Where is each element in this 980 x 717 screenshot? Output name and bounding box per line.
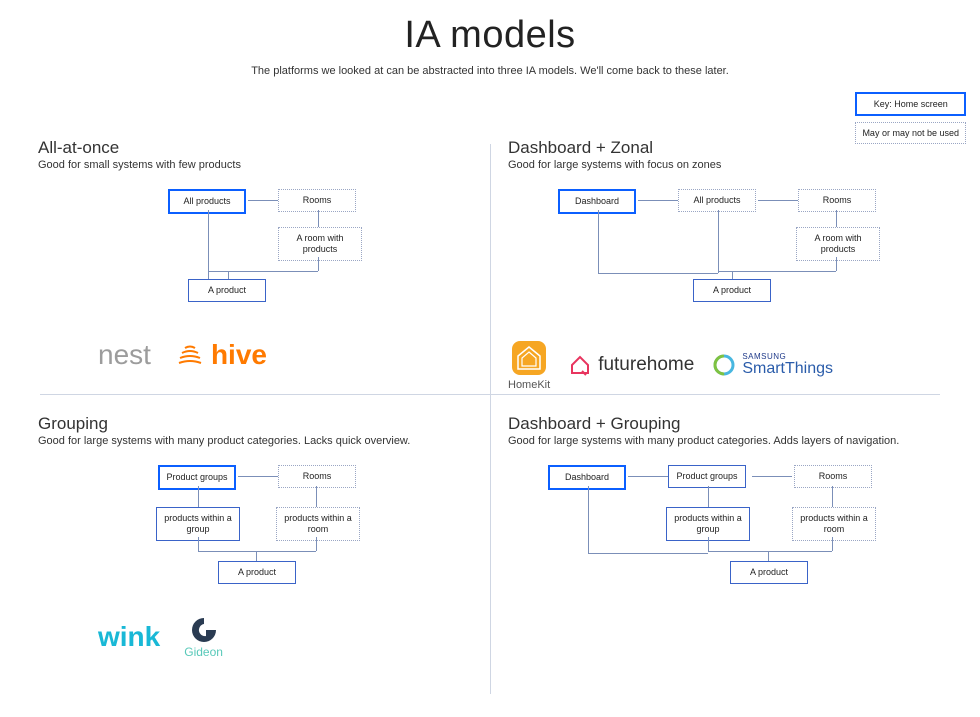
- diagram-grid: All-at-once Good for small systems with …: [0, 124, 980, 704]
- hive-icon: [175, 340, 205, 370]
- node-products-within-group: products within a group: [666, 507, 750, 541]
- brand-hive-label: hive: [211, 339, 267, 371]
- connector: [752, 476, 792, 477]
- connector: [588, 553, 708, 554]
- node-products-within-room: products within a room: [276, 507, 360, 541]
- node-products-within-group: products within a group: [156, 507, 240, 541]
- connector: [198, 486, 199, 507]
- connector: [732, 271, 733, 279]
- connector: [198, 551, 316, 552]
- brand-smartthings-label: SmartThings: [742, 361, 833, 377]
- brand-gideon: Gideon: [184, 615, 223, 659]
- connector: [628, 476, 668, 477]
- quadrant-all-at-once: All-at-once Good for small systems with …: [38, 138, 493, 371]
- connector: [718, 210, 719, 273]
- node-a-product: A product: [730, 561, 808, 584]
- connector: [758, 200, 798, 201]
- connector: [208, 271, 318, 272]
- q2-sub: Good for large systems with focus on zon…: [508, 159, 963, 171]
- brand-smartthings: SAMSUNG SmartThings: [712, 353, 833, 377]
- page-subtitle: The platforms we looked at can be abstra…: [0, 65, 980, 77]
- smartthings-icon: [712, 353, 736, 377]
- connector: [598, 210, 599, 273]
- page-title: IA models: [0, 14, 980, 57]
- connector: [316, 537, 317, 551]
- node-rooms: Rooms: [794, 465, 872, 488]
- node-a-product: A product: [693, 279, 771, 302]
- connector: [832, 486, 833, 507]
- q4-heading: Dashboard + Grouping: [508, 414, 963, 434]
- q2-brands: HomeKit futurehome SAMSUNG SmartThings: [508, 339, 963, 391]
- connector: [318, 210, 319, 227]
- connector: [256, 551, 257, 561]
- connector: [638, 200, 678, 201]
- brand-hive: hive: [175, 339, 267, 371]
- connector: [588, 486, 589, 553]
- connector: [198, 537, 199, 551]
- connector: [248, 200, 278, 201]
- gideon-icon: [189, 615, 219, 645]
- node-dashboard: Dashboard: [548, 465, 626, 490]
- brand-futurehome: futurehome: [568, 353, 694, 377]
- connector: [598, 273, 718, 274]
- quadrant-grouping: Grouping Good for large systems with man…: [38, 414, 493, 659]
- node-rooms: Rooms: [798, 189, 876, 212]
- connector: [238, 476, 278, 477]
- node-products-within-room: products within a room: [792, 507, 876, 541]
- brand-wink: wink: [98, 621, 160, 653]
- connector: [228, 271, 229, 279]
- connector: [836, 257, 837, 271]
- homekit-icon: [510, 339, 548, 377]
- q1-diagram: All products Rooms A room with products …: [38, 183, 493, 333]
- node-a-product: A product: [188, 279, 266, 302]
- connector: [316, 486, 317, 507]
- connector: [718, 271, 836, 272]
- node-rooms: Rooms: [278, 189, 356, 212]
- node-all-products: All products: [168, 189, 246, 214]
- q4-diagram: Dashboard Product groups Rooms products …: [508, 459, 963, 609]
- node-rooms: Rooms: [278, 465, 356, 488]
- quadrant-dashboard-zonal: Dashboard + Zonal Good for large systems…: [508, 138, 963, 391]
- q2-diagram: Dashboard All products Rooms A room with…: [508, 183, 963, 333]
- connector: [832, 537, 833, 551]
- node-product-groups: Product groups: [158, 465, 236, 490]
- node-a-product: A product: [218, 561, 296, 584]
- connector: [768, 551, 769, 561]
- q4-sub: Good for large systems with many product…: [508, 435, 963, 447]
- connector: [318, 257, 319, 271]
- q2-heading: Dashboard + Zonal: [508, 138, 963, 158]
- brand-nest: nest: [98, 339, 151, 371]
- q3-brands: wink Gideon: [98, 615, 493, 659]
- node-room-with-products: A room with products: [796, 227, 880, 261]
- q1-heading: All-at-once: [38, 138, 493, 158]
- divider-horizontal: [40, 394, 940, 395]
- legend-home-screen: Key: Home screen: [855, 92, 966, 116]
- q3-diagram: Product groups Rooms products within a g…: [38, 459, 493, 609]
- connector: [708, 551, 832, 552]
- brand-gideon-label: Gideon: [184, 645, 223, 659]
- connector: [708, 486, 709, 507]
- futurehome-icon: [568, 353, 592, 377]
- q3-sub: Good for large systems with many product…: [38, 435, 493, 447]
- brand-homekit: HomeKit: [508, 339, 550, 391]
- q1-sub: Good for small systems with few products: [38, 159, 493, 171]
- quadrant-dashboard-grouping: Dashboard + Grouping Good for large syst…: [508, 414, 963, 609]
- node-room-with-products: A room with products: [278, 227, 362, 261]
- node-dashboard: Dashboard: [558, 189, 636, 214]
- node-all-products: All products: [678, 189, 756, 212]
- connector: [208, 210, 209, 279]
- q1-brands: nest hive: [98, 339, 493, 371]
- brand-homekit-label: HomeKit: [508, 379, 550, 391]
- brand-futurehome-label: futurehome: [598, 354, 694, 376]
- q3-heading: Grouping: [38, 414, 493, 434]
- connector: [836, 210, 837, 227]
- node-product-groups: Product groups: [668, 465, 746, 488]
- connector: [708, 537, 709, 551]
